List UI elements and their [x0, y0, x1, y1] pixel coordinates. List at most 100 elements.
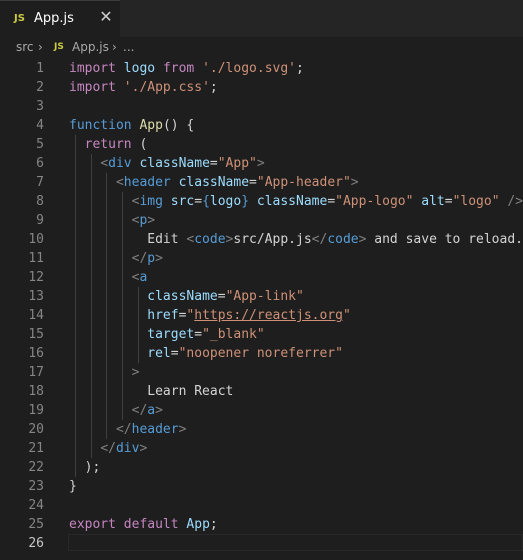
code-token: code — [327, 232, 359, 247]
code-token: </ — [100, 441, 116, 456]
line-number: 11 — [28, 251, 44, 266]
code-line[interactable]: 12 <a — [0, 268, 523, 287]
code-line[interactable]: 24 — [0, 496, 523, 515]
line-number: 26 — [28, 536, 44, 551]
line-number: 9 — [36, 213, 44, 228]
code-line[interactable]: 20 </header> — [0, 420, 523, 439]
code-token: header — [131, 422, 179, 437]
code-line[interactable]: 5 return ( — [0, 135, 523, 154]
code-text: target="_blank" — [69, 325, 265, 344]
code-token: header — [123, 175, 171, 190]
tab-bar: JS App.js ✕ — [0, 0, 523, 37]
code-line[interactable]: 15 target="_blank" — [0, 325, 523, 344]
code-line[interactable]: 1 import logo from './logo.svg'; — [0, 59, 523, 78]
code-token: = — [194, 194, 203, 209]
line-number: 6 — [36, 156, 44, 171]
code-line[interactable]: 17 > — [0, 363, 523, 382]
code-line[interactable]: 22 ); — [0, 458, 523, 477]
code-token: className — [178, 175, 250, 190]
code-text: <p> — [69, 211, 155, 230]
code-token: src/App.js — [233, 232, 312, 247]
line-number: 25 — [28, 517, 44, 532]
code-line[interactable]: 2 import './App.css'; — [0, 78, 523, 97]
code-editor[interactable]: 1 import logo from './logo.svg'; 2 import '… — [0, 59, 523, 560]
tab-app-js[interactable]: JS App.js ✕ — [0, 0, 120, 37]
code-token: > — [155, 251, 163, 266]
line-number: 10 — [28, 232, 44, 247]
code-token: Learn React — [69, 384, 234, 399]
code-token: { — [202, 194, 210, 209]
code-token: ; — [296, 61, 304, 76]
code-text: import logo from './logo.svg'; — [69, 59, 304, 78]
code-line[interactable]: 21 </div> — [0, 439, 523, 458]
code-token: export — [69, 517, 116, 532]
code-token: a — [139, 270, 148, 285]
code-token: </ — [311, 232, 328, 247]
code-token: import — [69, 80, 116, 95]
line-number: 13 — [28, 289, 44, 304]
code-token: logo — [209, 194, 242, 209]
code-token: "App" — [217, 156, 257, 171]
code-token: "logo" — [452, 194, 500, 209]
code-token: = — [444, 194, 453, 209]
code-line[interactable]: 10 Edit <code>src/App.js</code> and save… — [0, 230, 523, 249]
code-text: > — [69, 363, 140, 382]
tab-label: App.js — [34, 11, 74, 26]
code-token: a — [147, 403, 156, 418]
close-icon[interactable]: ✕ — [98, 9, 114, 25]
line-number: 21 — [28, 441, 44, 456]
code-line[interactable]: 9 <p> — [0, 211, 523, 230]
code-token: './App.css' — [123, 80, 210, 95]
code-token: </ — [115, 422, 132, 437]
code-token: "App-header" — [256, 175, 351, 190]
breadcrumb: src › JS App.js › ... — [0, 37, 523, 59]
code-token: img — [139, 194, 163, 209]
code-line[interactable]: 26 — [0, 534, 523, 553]
code-text: import './App.css'; — [69, 78, 218, 97]
code-token: "_blank" — [202, 327, 265, 342]
code-line[interactable]: 23} — [0, 477, 523, 496]
code-token: function — [69, 118, 132, 133]
code-token: from — [162, 61, 195, 76]
line-number: 3 — [36, 99, 44, 114]
code-text: </div> — [69, 439, 147, 458]
code-token: "noopener noreferrer" — [178, 346, 343, 361]
code-text: Edit <code>src/App.js</code> and save to… — [69, 230, 523, 249]
code-token: } — [241, 194, 250, 209]
code-line[interactable]: 14 href="https://reactjs.org" — [0, 306, 523, 325]
code-token: src — [170, 194, 195, 209]
code-token: Edit — [69, 232, 187, 247]
code-line[interactable]: 11 </p> — [0, 249, 523, 268]
breadcrumb-symbol[interactable]: ... — [123, 40, 134, 54]
current-line-highlight — [68, 534, 523, 551]
code-line[interactable]: 25 export default App; — [0, 515, 523, 534]
breadcrumb-folder[interactable]: src — [16, 40, 34, 54]
code-line[interactable]: 18 Learn React — [0, 382, 523, 401]
code-line[interactable]: 4 function App() { — [0, 116, 523, 135]
code-text: export default App; — [69, 515, 218, 534]
breadcrumb-file[interactable]: App.js — [72, 40, 109, 54]
code-line[interactable]: 7 <header className="App-header"> — [0, 173, 523, 192]
code-line[interactable]: 6 <div className="App"> — [0, 154, 523, 173]
code-token: = — [209, 156, 218, 171]
code-text: <a — [69, 268, 148, 287]
code-line[interactable]: 16 rel="noopener noreferrer" — [0, 344, 523, 363]
code-line[interactable]: 3 — [0, 97, 523, 116]
line-number: 19 — [28, 403, 44, 418]
code-line[interactable]: 19 </a> — [0, 401, 523, 420]
code-token: < — [100, 156, 109, 171]
code-token: </ — [131, 403, 148, 418]
code-text: rel="noopener noreferrer" — [69, 344, 343, 363]
code-line[interactable]: 8 <img src={logo} className="App-logo" a… — [0, 192, 523, 211]
code-token: App — [139, 118, 163, 133]
code-line[interactable]: 13 className="App-link" — [0, 287, 523, 306]
code-text: href="https://reactjs.org" — [69, 306, 351, 325]
